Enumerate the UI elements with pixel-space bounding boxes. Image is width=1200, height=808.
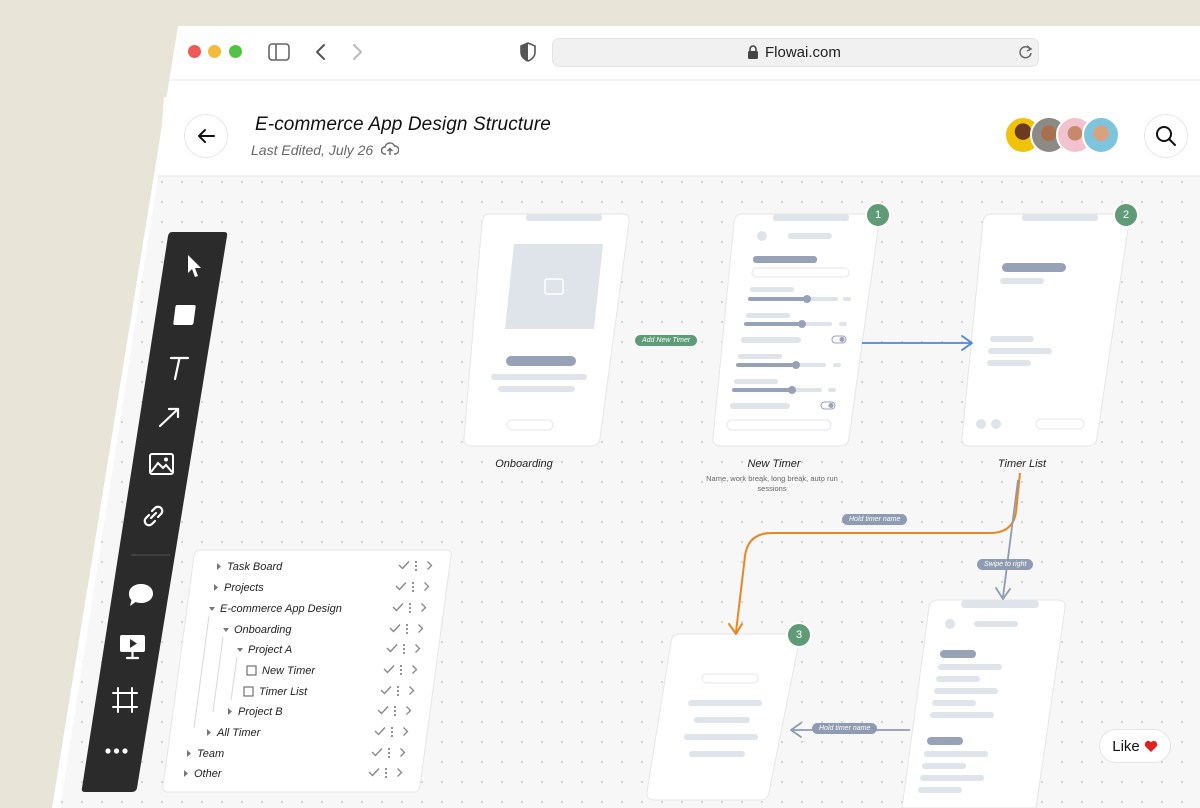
tree-item-label: All Timer <box>217 727 261 739</box>
chevron-right-icon[interactable] <box>408 685 415 699</box>
caret-right-icon[interactable] <box>185 748 193 762</box>
like-label: Like <box>1112 737 1140 755</box>
kebab-menu-icon[interactable] <box>414 560 418 575</box>
checkmark-icon[interactable] <box>395 581 407 594</box>
caret-right-icon[interactable] <box>212 582 220 596</box>
tree-item-label: Timer List <box>259 686 308 698</box>
app-window: Flowai.com E-commerce App Design Structu… <box>0 0 1200 808</box>
layers-panel <box>162 549 452 793</box>
tree-item-label: Projects <box>224 582 264 594</box>
checkbox-icon[interactable] <box>246 665 257 679</box>
tree-item-label: Project B <box>238 706 283 718</box>
checkmark-icon[interactable] <box>383 664 395 677</box>
chevron-right-icon[interactable] <box>426 560 433 574</box>
tree-item-label: Project A <box>248 644 293 656</box>
kebab-menu-icon[interactable] <box>411 581 415 596</box>
heart-icon <box>1144 740 1157 752</box>
checkbox-icon[interactable] <box>243 686 254 700</box>
chevron-right-icon[interactable] <box>399 747 406 761</box>
chevron-right-icon[interactable] <box>402 726 409 740</box>
chevron-right-icon[interactable] <box>405 705 412 719</box>
kebab-menu-icon[interactable] <box>393 705 397 720</box>
tree-item-label: Team <box>197 748 225 760</box>
caret-down-icon[interactable] <box>222 624 230 638</box>
kebab-menu-icon[interactable] <box>387 747 391 762</box>
like-button[interactable]: Like <box>1099 729 1171 763</box>
tree-item-label: Onboarding <box>234 624 292 636</box>
chevron-right-icon[interactable] <box>396 767 403 781</box>
chevron-right-icon[interactable] <box>423 581 430 595</box>
kebab-menu-icon[interactable] <box>408 602 412 617</box>
chevron-right-icon[interactable] <box>420 602 427 616</box>
chevron-right-icon[interactable] <box>414 643 421 657</box>
checkmark-icon[interactable] <box>368 767 380 780</box>
kebab-menu-icon[interactable] <box>390 726 394 741</box>
tree-item-label: New Timer <box>262 665 316 677</box>
tree-item-label: Other <box>194 768 222 780</box>
checkmark-icon[interactable] <box>377 705 389 718</box>
caret-right-icon[interactable] <box>205 727 213 741</box>
caret-right-icon[interactable] <box>182 768 190 782</box>
checkmark-icon[interactable] <box>374 726 386 739</box>
caret-right-icon[interactable] <box>226 706 234 720</box>
chevron-right-icon[interactable] <box>411 664 418 678</box>
chevron-right-icon[interactable] <box>417 623 424 637</box>
tree-item-label: E-commerce App Design <box>220 603 342 615</box>
caret-down-icon[interactable] <box>236 644 244 658</box>
checkmark-icon[interactable] <box>380 685 392 698</box>
kebab-menu-icon[interactable] <box>402 643 406 658</box>
kebab-menu-icon[interactable] <box>399 664 403 679</box>
checkmark-icon[interactable] <box>392 602 404 615</box>
checkmark-icon[interactable] <box>389 623 401 636</box>
kebab-menu-icon[interactable] <box>384 767 388 782</box>
tree-item-label: Task Board <box>227 561 283 573</box>
checkmark-icon[interactable] <box>398 560 410 573</box>
caret-right-icon[interactable] <box>215 561 223 575</box>
kebab-menu-icon[interactable] <box>405 623 409 638</box>
checkmark-icon[interactable] <box>371 747 383 760</box>
kebab-menu-icon[interactable] <box>396 685 400 700</box>
checkmark-icon[interactable] <box>386 643 398 656</box>
caret-down-icon[interactable] <box>208 603 216 617</box>
